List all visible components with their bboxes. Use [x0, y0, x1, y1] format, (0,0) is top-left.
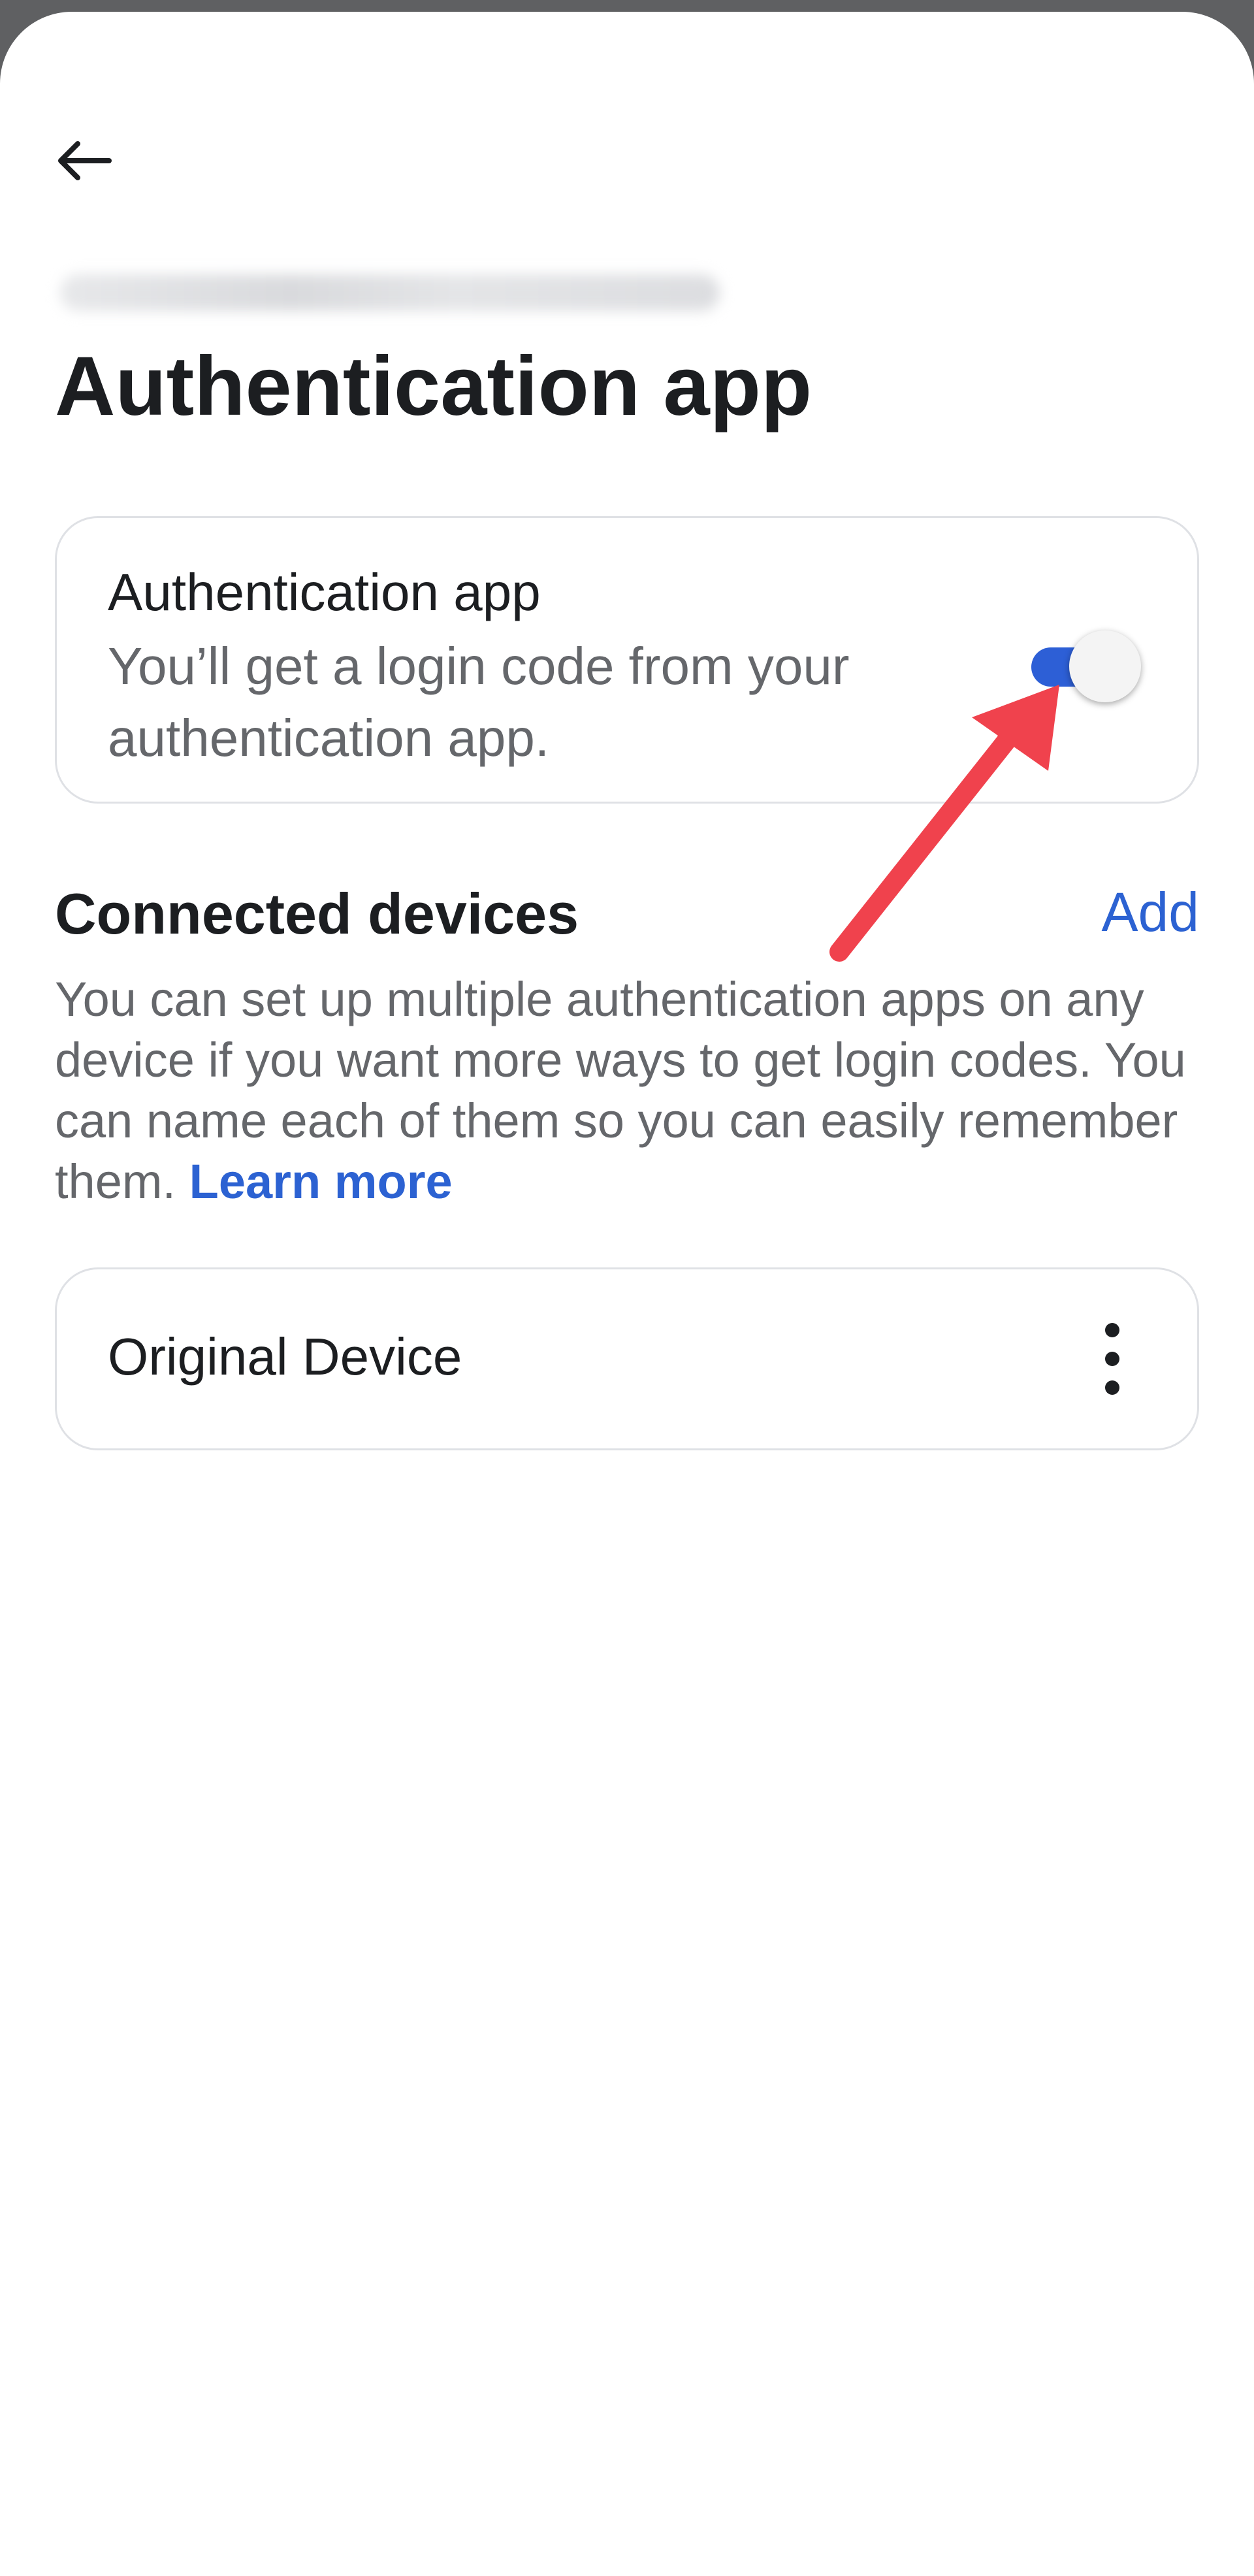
redaction-blur — [60, 274, 720, 311]
more-vertical-icon — [1105, 1323, 1119, 1337]
authentication-app-card: Authentication app You’ll get a login co… — [55, 516, 1199, 804]
screen-frame: Authentication app Authentication app Yo… — [0, 0, 1254, 2576]
more-vertical-icon-dot — [1105, 1352, 1119, 1366]
connected-devices-heading: Connected devices — [55, 881, 579, 946]
add-device-link[interactable]: Add — [1102, 881, 1199, 944]
learn-more-link[interactable]: Learn more — [189, 1154, 453, 1209]
authentication-app-label: Authentication app — [108, 563, 541, 621]
device-row[interactable]: Original Device — [55, 1267, 1199, 1450]
toggle-knob — [1069, 630, 1141, 702]
authentication-app-toggle[interactable] — [1031, 630, 1141, 702]
authentication-app-description: You’ll get a login code from your authen… — [108, 637, 850, 767]
device-more-options-button[interactable] — [1093, 1323, 1132, 1395]
back-button[interactable] — [51, 135, 116, 187]
device-name: Original Device — [108, 1328, 462, 1386]
account-line-redacted — [40, 260, 733, 325]
more-vertical-icon-dot — [1105, 1380, 1119, 1395]
connected-devices-description: You can set up multiple authentication a… — [55, 969, 1204, 1212]
page-title: Authentication app — [55, 340, 812, 433]
arrow-left-icon — [58, 141, 112, 180]
settings-sheet: Authentication app Authentication app Yo… — [0, 12, 1254, 2576]
